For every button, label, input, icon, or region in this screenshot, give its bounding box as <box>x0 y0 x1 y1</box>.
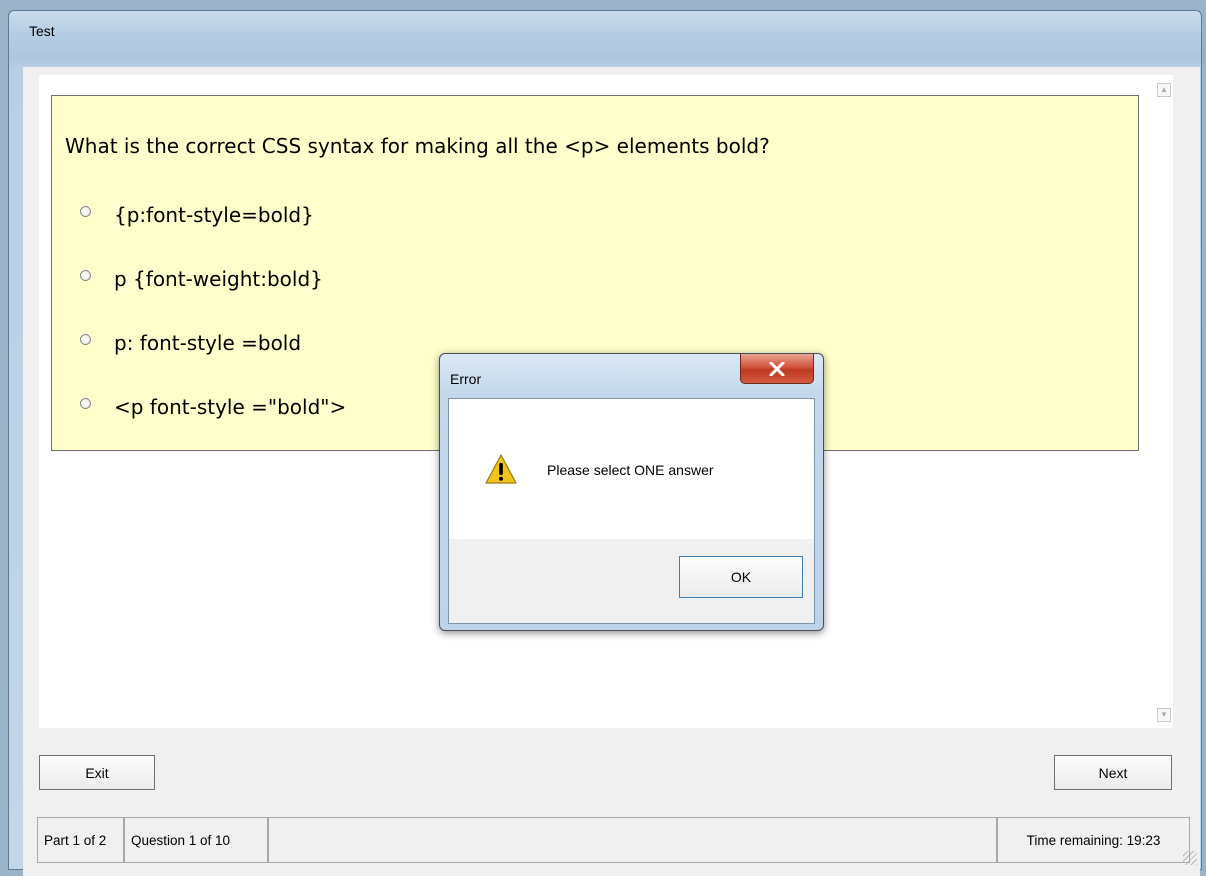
answer-option-1[interactable]: {p:font-style=bold} <box>80 200 314 230</box>
question-text: What is the correct CSS syntax for makin… <box>65 134 770 158</box>
radio-button[interactable] <box>80 333 91 345</box>
scroll-up-arrow-icon[interactable]: ▲ <box>1157 83 1171 97</box>
status-time-remaining: Time remaining: 19:23 <box>997 817 1190 863</box>
radio-button[interactable] <box>80 269 91 281</box>
answer-option-4[interactable]: <p font-style ="bold"> <box>80 392 346 422</box>
error-dialog: Error Please select ONE answer OK <box>439 353 824 631</box>
radio-button[interactable] <box>80 397 91 409</box>
dialog-message-area: Please select ONE answer <box>449 399 814 539</box>
window-title: Test <box>29 23 55 39</box>
dialog-title: Error <box>450 371 482 387</box>
dialog-message: Please select ONE answer <box>547 462 714 478</box>
answer-option-label: p: font-style =bold <box>114 331 302 355</box>
ok-button[interactable]: OK <box>679 556 803 598</box>
status-question: Question 1 of 10 <box>124 817 268 863</box>
status-part: Part 1 of 2 <box>37 817 124 863</box>
answer-option-2[interactable]: p {font-weight:bold} <box>80 264 323 294</box>
answer-option-label: p {font-weight:bold} <box>114 267 323 291</box>
status-empty-panel <box>268 817 997 863</box>
scroll-down-arrow-icon[interactable]: ▼ <box>1157 708 1171 722</box>
dialog-body: Please select ONE answer OK <box>448 398 815 624</box>
close-icon <box>769 361 785 376</box>
resize-grip-icon[interactable] <box>1183 851 1197 865</box>
vertical-scrollbar[interactable]: ▲ ▼ <box>1155 75 1173 728</box>
warning-icon <box>485 454 517 484</box>
radio-button[interactable] <box>80 205 91 217</box>
exit-button[interactable]: Exit <box>39 755 155 790</box>
status-bar: Part 1 of 2 Question 1 of 10 Time remain… <box>37 817 1192 863</box>
next-button[interactable]: Next <box>1054 755 1172 790</box>
answer-option-label: <p font-style ="bold"> <box>114 395 347 419</box>
answer-option-label: {p:font-style=bold} <box>114 203 314 227</box>
answer-option-3[interactable]: p: font-style =bold <box>80 328 301 358</box>
close-button[interactable] <box>740 354 814 384</box>
